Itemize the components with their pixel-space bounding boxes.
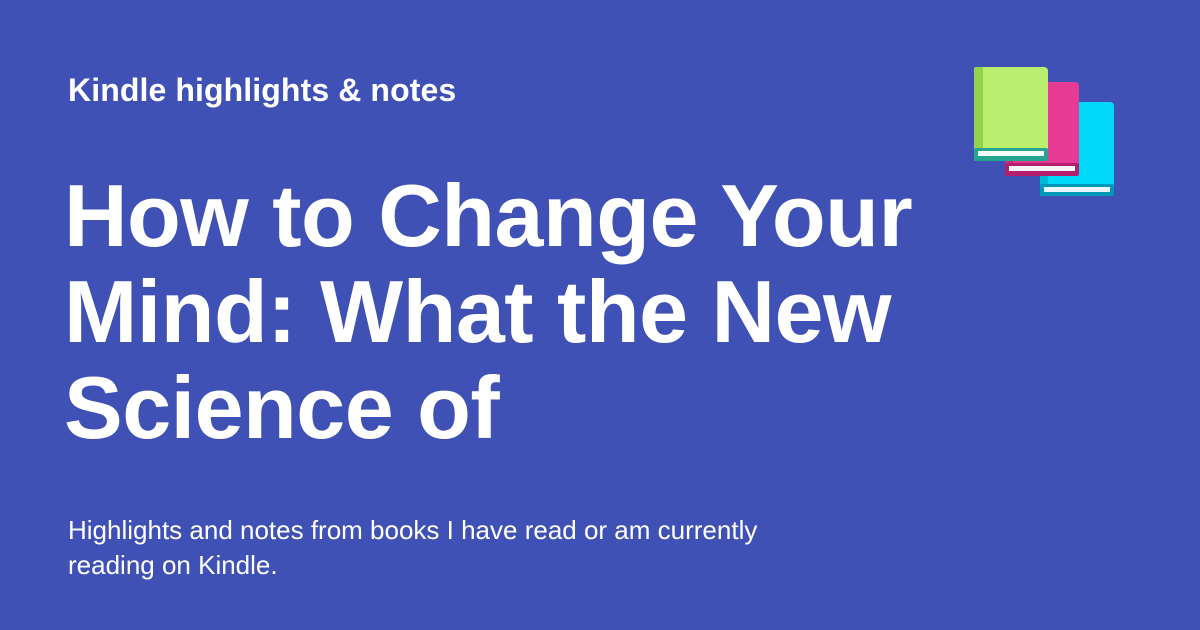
- stacked-books-icon: [974, 67, 1114, 196]
- card-description: Highlights and notes from books I have r…: [68, 515, 758, 580]
- book-title: How to Change Your Mind: What the New Sc…: [64, 168, 913, 456]
- site-label: Kindle highlights & notes: [68, 72, 457, 108]
- green-book-icon: [974, 67, 1048, 161]
- social-card: Kindle highlights & notes How to Change …: [0, 0, 1200, 630]
